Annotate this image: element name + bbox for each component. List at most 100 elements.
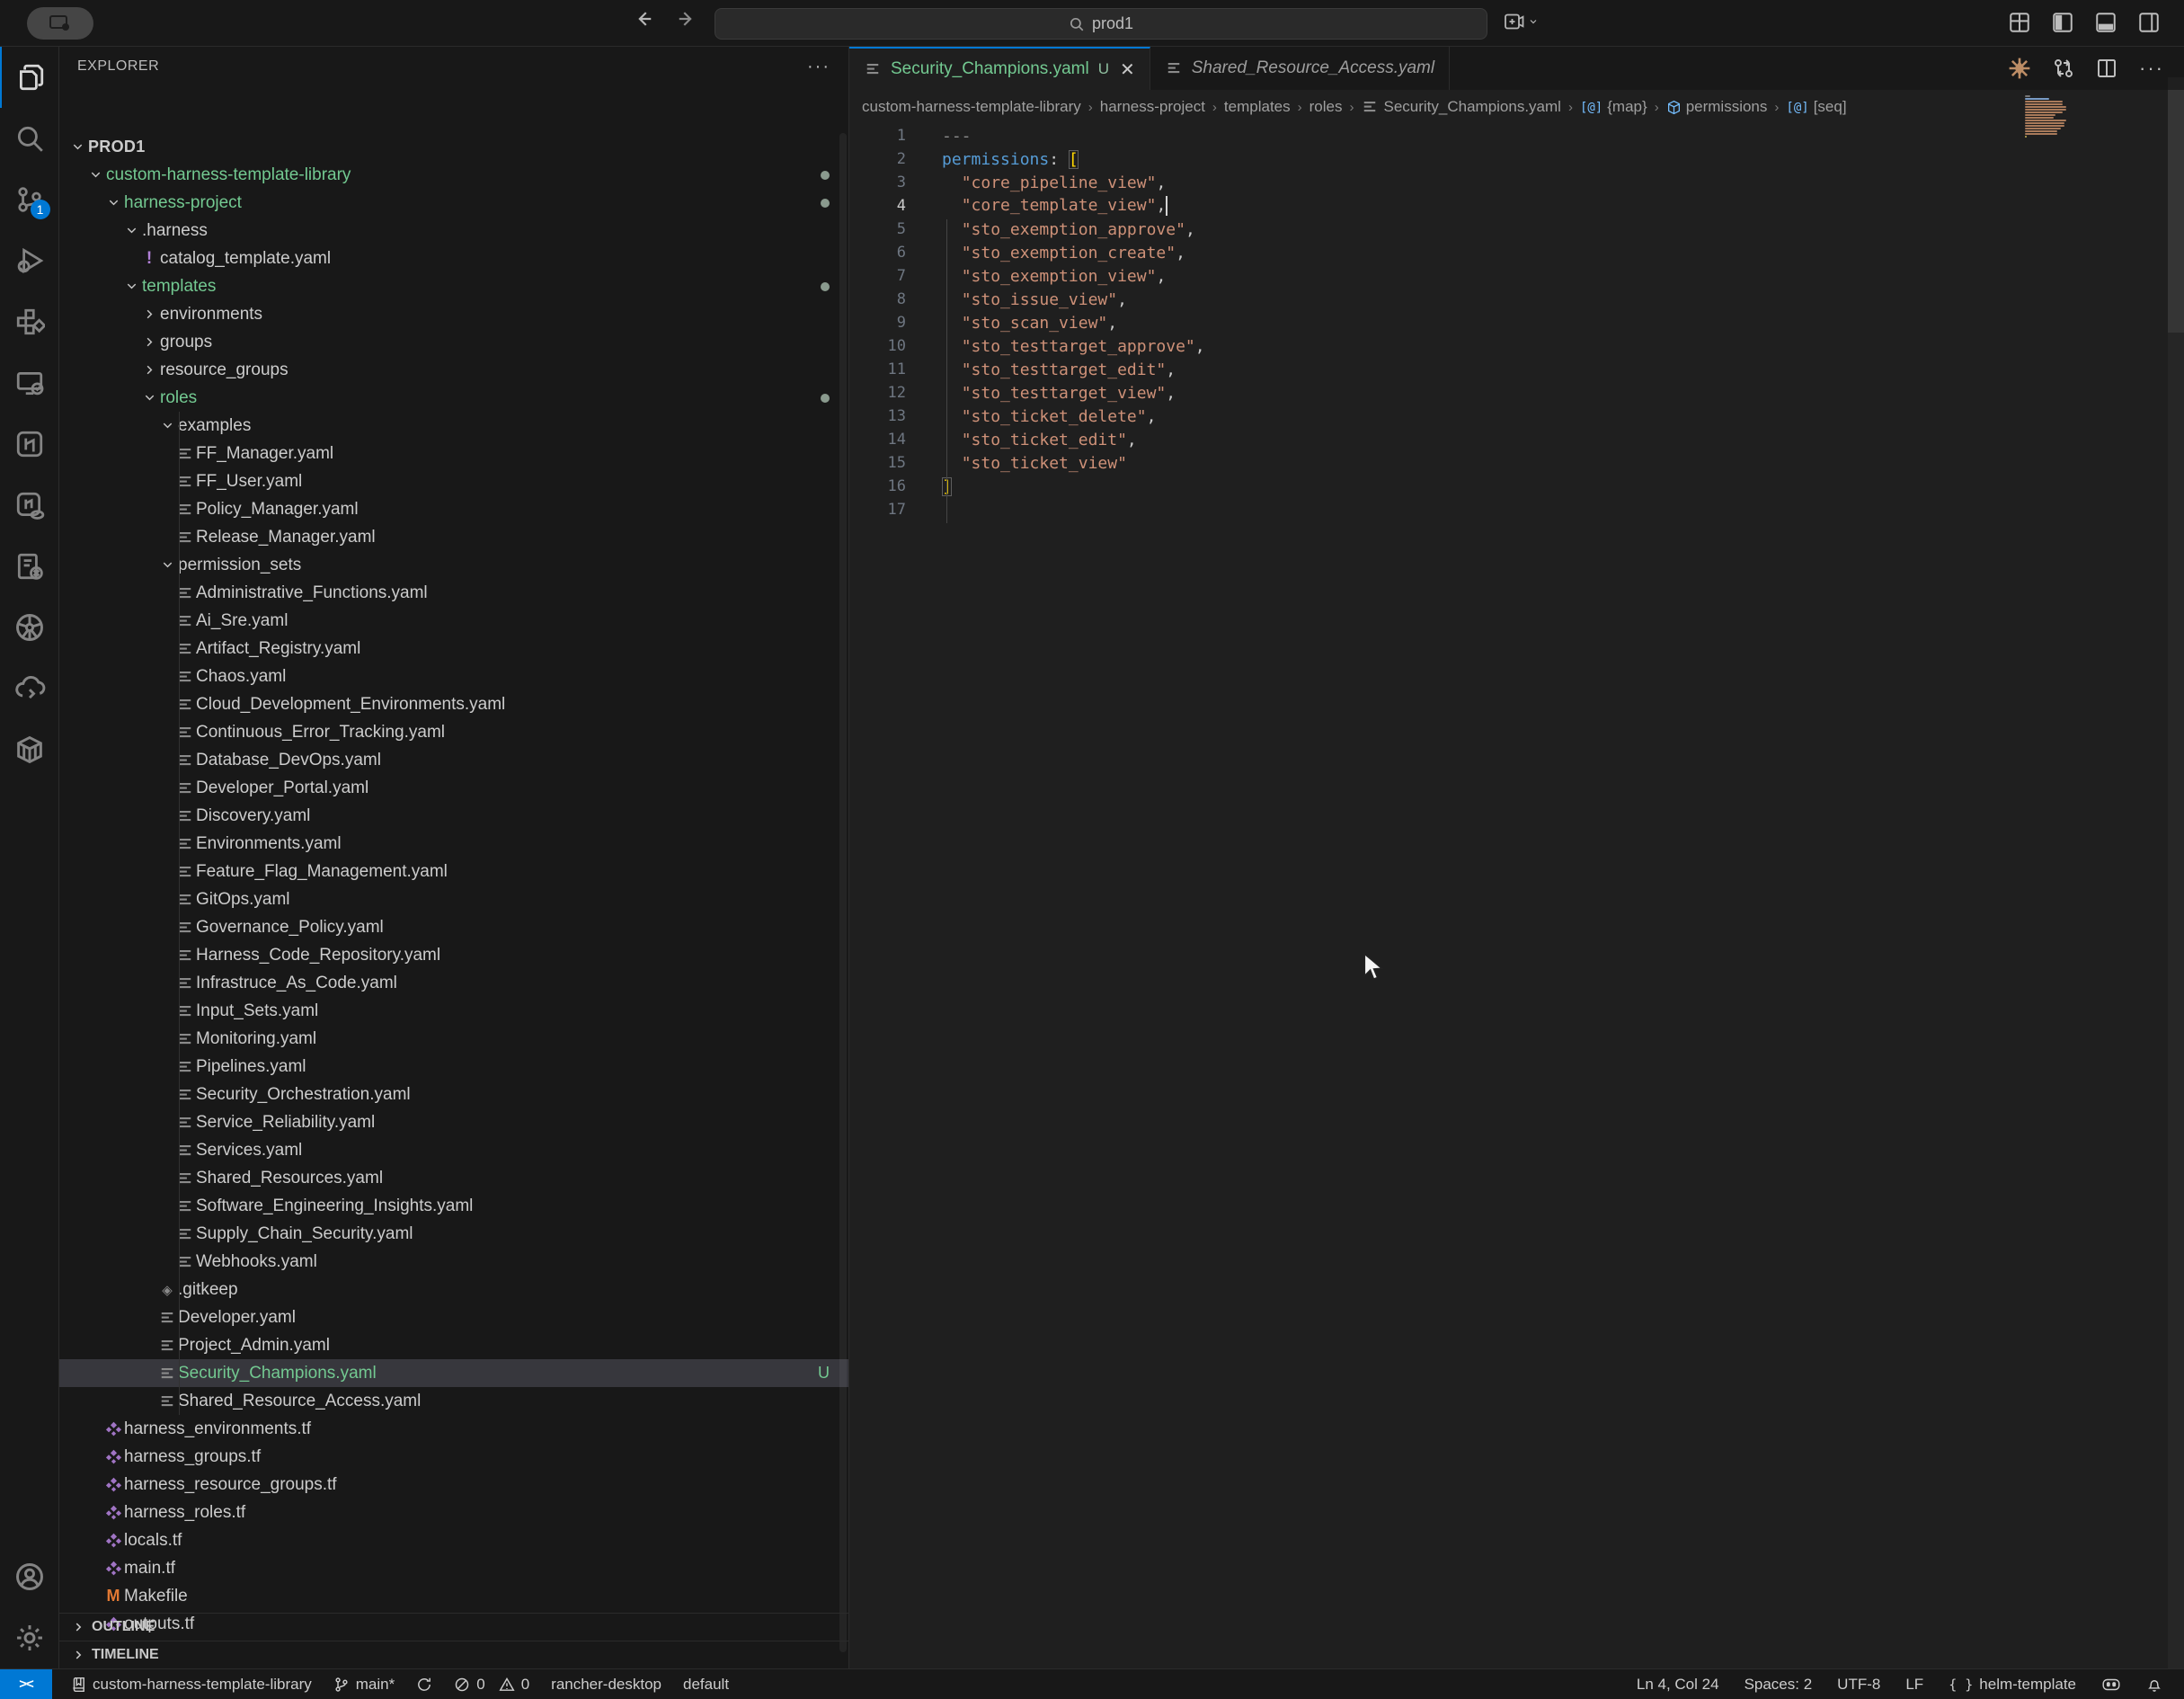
tree-item-custom-harness-template-library[interactable]: custom-harness-template-library [59,161,849,189]
terraform-icon[interactable] [0,414,59,475]
outline-section-header[interactable]: OUTLINE [59,1613,849,1641]
cloud-tools-icon[interactable] [0,658,59,719]
tree-item-chaos-yaml[interactable]: Chaos.yaml [59,663,849,690]
tree-item-examples[interactable]: examples [59,412,849,440]
close-icon[interactable]: ✕ [1120,58,1135,81]
tree-item-governance-policy-yaml[interactable]: Governance_Policy.yaml [59,913,849,941]
status-indentation[interactable]: Spaces: 2 [1745,1676,1813,1694]
line-number[interactable]: 7 [849,267,906,285]
tree-item-input-sets-yaml[interactable]: Input_Sets.yaml [59,997,849,1025]
code-line-12[interactable]: 12 "sto_testtarget_view", [849,381,2162,405]
tree-item-groups[interactable]: groups [59,328,849,356]
toggle-sidebar-button[interactable] [2051,11,2074,34]
status-cursor-position[interactable]: Ln 4, Col 24 [1637,1676,1719,1694]
code-line-4[interactable]: 4 "core_template_view", [849,194,2162,218]
forward-button[interactable] [677,9,697,29]
tree-item-project-admin-yaml[interactable]: Project_Admin.yaml [59,1331,849,1359]
status-notifications[interactable] [2146,1677,2162,1693]
back-button[interactable] [634,9,653,29]
tree-item-release-manager-yaml[interactable]: Release_Manager.yaml [59,523,849,551]
tree-item-feature-flag-management-yaml[interactable]: Feature_Flag_Management.yaml [59,858,849,885]
line-number[interactable]: 16 [849,477,906,495]
status-rancher[interactable]: rancher-desktop [551,1676,661,1694]
tree-item-harness-resource-groups-tf[interactable]: harness_resource_groups.tf [59,1471,849,1499]
status-eol[interactable]: LF [1905,1676,1923,1694]
line-number[interactable]: 8 [849,290,906,308]
extensions-icon[interactable] [0,291,59,352]
minimap[interactable] [2025,95,2066,140]
code-line-5[interactable]: 5 "sto_exemption_approve", [849,218,2162,241]
line-number[interactable]: 3 [849,173,906,191]
breadcrumb-item-permissions[interactable]: permissions [1666,98,1768,116]
breadcrumb-item-custom-harness-template-library[interactable]: custom-harness-template-library [862,98,1081,116]
run-config-icon[interactable] [0,536,59,597]
copilot-sparkle-icon[interactable] [2008,57,2031,80]
customize-layout-button[interactable] [2008,11,2031,34]
terraform-cloud-icon[interactable] [0,475,59,536]
status-sync[interactable] [416,1677,432,1693]
code-line-7[interactable]: 7 "sto_exemption_view", [849,264,2162,288]
settings-icon[interactable] [0,1607,59,1668]
status-problems[interactable]: 00 [454,1676,529,1694]
remote-explorer-icon[interactable] [0,352,59,414]
code-line-10[interactable]: 10 "sto_testtarget_approve", [849,334,2162,358]
tree-item-harness-code-repository-yaml[interactable]: Harness_Code_Repository.yaml [59,941,849,969]
tree-item-environments[interactable]: environments [59,300,849,328]
breadcrumb-item-security-champions-yaml[interactable]: Security_Champions.yaml [1361,98,1560,116]
code-line-17[interactable]: 17 [849,498,2162,521]
tree-item-infrastruce-as-code-yaml[interactable]: Infrastruce_As_Code.yaml [59,969,849,997]
tree-item-shared-resource-access-yaml[interactable]: Shared_Resource_Access.yaml [59,1387,849,1415]
code-line-9[interactable]: 9 "sto_scan_view", [849,311,2162,334]
tree-item-ff-user-yaml[interactable]: FF_User.yaml [59,467,849,495]
code-line-2[interactable]: 2permissions: [ [849,147,2162,171]
layout-toggle-button[interactable] [1503,11,1539,32]
code-line-1[interactable]: 1--- [849,124,2162,147]
tree-item-policy-manager-yaml[interactable]: Policy_Manager.yaml [59,495,849,523]
tree-item-ai-sre-yaml[interactable]: Ai_Sre.yaml [59,607,849,635]
tree-item-developer-yaml[interactable]: Developer.yaml [59,1303,849,1331]
breadcrumb-item-map[interactable]: [@]{map} [1580,98,1647,116]
kubernetes-icon[interactable] [0,597,59,658]
tree-item-artifact-registry-yaml[interactable]: Artifact_Registry.yaml [59,635,849,663]
tree-item-environments-yaml[interactable]: Environments.yaml [59,830,849,858]
code-editor[interactable]: 1---2permissions: [3 "core_pipeline_view… [849,124,2162,521]
line-number[interactable]: 17 [849,501,906,519]
more-actions-icon[interactable]: ··· [2139,57,2164,80]
line-number[interactable]: 14 [849,431,906,449]
code-line-16[interactable]: 16] [849,475,2162,498]
code-line-11[interactable]: 11 "sto_testtarget_edit", [849,358,2162,381]
toggle-secondary-sidebar-button[interactable] [2137,11,2161,34]
tree-item-permission-sets[interactable]: permission_sets [59,551,849,579]
tree-item-developer-portal-yaml[interactable]: Developer_Portal.yaml [59,774,849,802]
line-number[interactable]: 13 [849,407,906,425]
tree-item-services-yaml[interactable]: Services.yaml [59,1136,849,1164]
tree-item-administrative-functions-yaml[interactable]: Administrative_Functions.yaml [59,579,849,607]
timeline-section-header[interactable]: TIMELINE [59,1641,849,1668]
tree-item-gitops-yaml[interactable]: GitOps.yaml [59,885,849,913]
tree-item-ff-manager-yaml[interactable]: FF_Manager.yaml [59,440,849,467]
tree-item-harness-environments-tf[interactable]: harness_environments.tf [59,1415,849,1443]
search-icon[interactable] [0,108,59,169]
tree-item-shared-resources-yaml[interactable]: Shared_Resources.yaml [59,1164,849,1192]
code-line-13[interactable]: 13 "sto_ticket_delete", [849,405,2162,428]
explorer-icon[interactable] [0,47,59,108]
tree-item-software-engineering-insights-yaml[interactable]: Software_Engineering_Insights.yaml [59,1192,849,1220]
code-line-15[interactable]: 15 "sto_ticket_view" [849,451,2162,475]
tree-item-harness[interactable]: .harness [59,217,849,245]
breadcrumb-item-templates[interactable]: templates [1224,98,1291,116]
tree-item-webhooks-yaml[interactable]: Webhooks.yaml [59,1248,849,1276]
status-copilot[interactable] [2101,1677,2121,1693]
tree-item-supply-chain-security-yaml[interactable]: Supply_Chain_Security.yaml [59,1220,849,1248]
tree-item-locals-tf[interactable]: locals.tf [59,1526,849,1554]
tree-item-database-devops-yaml[interactable]: Database_DevOps.yaml [59,746,849,774]
code-line-8[interactable]: 8 "sto_issue_view", [849,288,2162,311]
status-language-mode[interactable]: { }helm-template [1949,1676,2076,1694]
line-number[interactable]: 9 [849,314,906,332]
code-line-14[interactable]: 14 "sto_ticket_edit", [849,428,2162,451]
status-branch[interactable]: main* [333,1676,395,1694]
tree-item-pipelines-yaml[interactable]: Pipelines.yaml [59,1053,849,1081]
containers-icon[interactable] [0,719,59,780]
tree-item-security-champions-yaml[interactable]: Security_Champions.yamlU [59,1359,849,1387]
open-changes-icon[interactable] [2053,58,2074,79]
tree-item-gitkeep[interactable]: ◈.gitkeep [59,1276,849,1303]
